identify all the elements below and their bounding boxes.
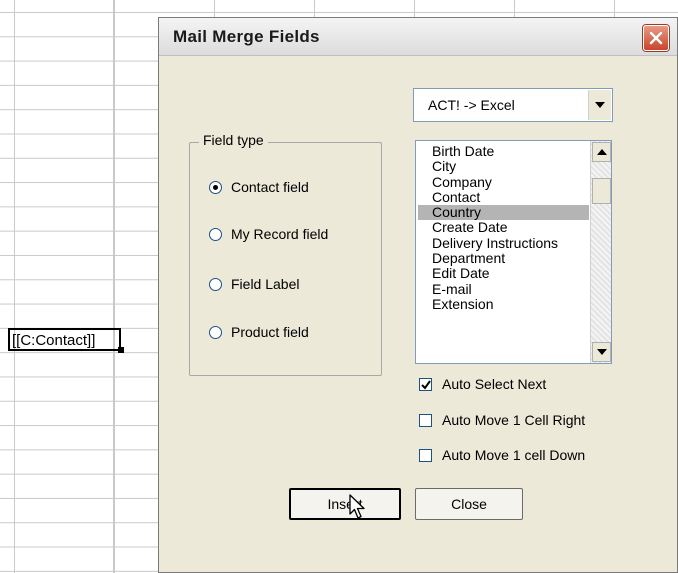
list-item[interactable]: Extension [418, 296, 589, 312]
scrollbar-thumb[interactable] [592, 178, 611, 204]
checkbox-label: Auto Select Next [442, 376, 547, 392]
list-item[interactable]: Edit Date [418, 266, 589, 282]
dialog-titlebar[interactable]: Mail Merge Fields [159, 18, 677, 56]
direction-select-value: ACT! -> Excel [428, 97, 515, 113]
active-cell[interactable]: [[C:Contact]] [8, 328, 138, 353]
list-item[interactable]: E-mail [418, 281, 589, 297]
mouse-cursor-icon [349, 494, 365, 519]
list-item[interactable]: Contact [418, 189, 589, 205]
list-item[interactable]: Birth Date [418, 143, 589, 159]
dialog-title: Mail Merge Fields [173, 27, 320, 46]
checkmark-icon [421, 379, 431, 390]
list-item[interactable]: Department [418, 250, 589, 266]
list-item[interactable]: Create Date [418, 220, 589, 236]
checkbox-auto-move-down[interactable]: Auto Move 1 cell Down [419, 447, 585, 463]
radio-product-field[interactable]: Product field [209, 324, 309, 340]
radio-label: Product field [231, 324, 309, 340]
field-list: Birth Date City Company Contact Country … [418, 143, 589, 312]
field-type-label: Field type [199, 132, 268, 148]
fill-handle[interactable] [118, 347, 124, 353]
checkbox-label: Auto Move 1 cell Down [442, 447, 586, 463]
checkbox-auto-select-next[interactable]: Auto Select Next [419, 376, 546, 392]
radio-my-record-field[interactable]: My Record field [209, 226, 328, 242]
column-divider [14, 0, 15, 573]
radio-button[interactable] [209, 227, 222, 241]
radio-field-label[interactable]: Field Label [209, 276, 300, 292]
radio-label: My Record field [231, 226, 329, 242]
listbox-scrollbar[interactable] [590, 141, 611, 363]
radio-button[interactable] [209, 325, 222, 339]
scroll-down-icon[interactable] [592, 342, 611, 362]
direction-select[interactable]: ACT! -> Excel [413, 88, 613, 122]
list-item[interactable]: City [418, 158, 589, 174]
checkbox[interactable] [419, 413, 432, 427]
close-icon[interactable] [643, 25, 669, 51]
checkbox[interactable] [419, 448, 432, 462]
active-cell-text: [[C:Contact]] [12, 332, 96, 349]
chevron-down-icon[interactable] [588, 90, 611, 120]
radio-contact-field[interactable]: Contact field [209, 179, 309, 195]
checkbox-auto-move-right[interactable]: Auto Move 1 Cell Right [419, 412, 585, 428]
insert-button[interactable]: Insert [289, 488, 401, 520]
radio-label: Field Label [231, 276, 300, 292]
field-type-group [189, 142, 382, 376]
close-button[interactable]: Close [415, 488, 523, 520]
list-item[interactable]: Company [418, 174, 589, 190]
radio-button[interactable] [209, 277, 222, 291]
radio-label: Contact field [231, 179, 309, 195]
column-divider [113, 0, 114, 573]
radio-button[interactable] [209, 180, 222, 194]
list-item[interactable]: Delivery Instructions [418, 235, 589, 251]
field-listbox[interactable]: Birth Date City Company Contact Country … [415, 140, 612, 364]
list-item-selected[interactable]: Country [418, 204, 589, 221]
scroll-up-icon[interactable] [592, 142, 611, 162]
mail-merge-dialog: Mail Merge Fields ACT! -> Excel Field ty… [158, 17, 678, 573]
checkbox-label: Auto Move 1 Cell Right [442, 412, 586, 428]
checkbox[interactable] [419, 377, 432, 391]
